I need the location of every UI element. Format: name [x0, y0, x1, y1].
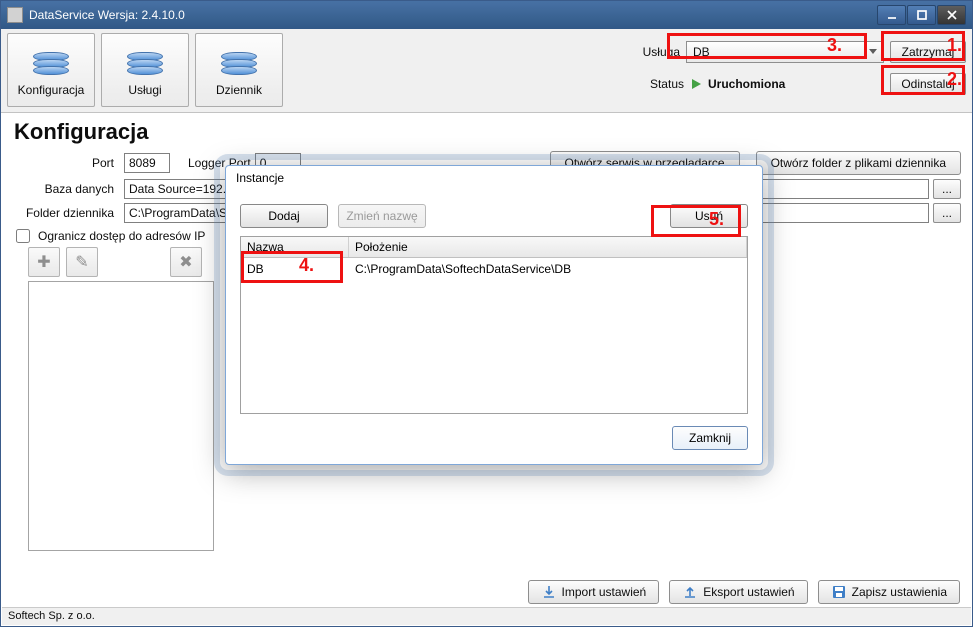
instances-grid[interactable]: Nazwa Położenie DB C:\ProgramData\Softec… [240, 236, 748, 414]
cell-path: C:\ProgramData\SoftechDataService\DB [349, 258, 747, 280]
col-name-header[interactable]: Nazwa [241, 237, 349, 257]
dialog-rename-button[interactable]: Zmień nazwę [338, 204, 426, 228]
dialog-add-button[interactable]: Dodaj [240, 204, 328, 228]
dialog-delete-button[interactable]: Usuń [670, 204, 748, 228]
cell-name: DB [241, 258, 349, 280]
dialog-title: Instancje [226, 166, 762, 192]
col-path-header[interactable]: Położenie [349, 237, 747, 257]
app-window: DataService Wersja: 2.4.10.0 Konfiguracj… [0, 0, 973, 627]
table-row[interactable]: DB C:\ProgramData\SoftechDataService\DB [241, 258, 747, 280]
instances-dialog: Instancje Dodaj Zmień nazwę Usuń Nazwa P… [225, 165, 763, 465]
dialog-close-button[interactable]: Zamknij [672, 426, 748, 450]
